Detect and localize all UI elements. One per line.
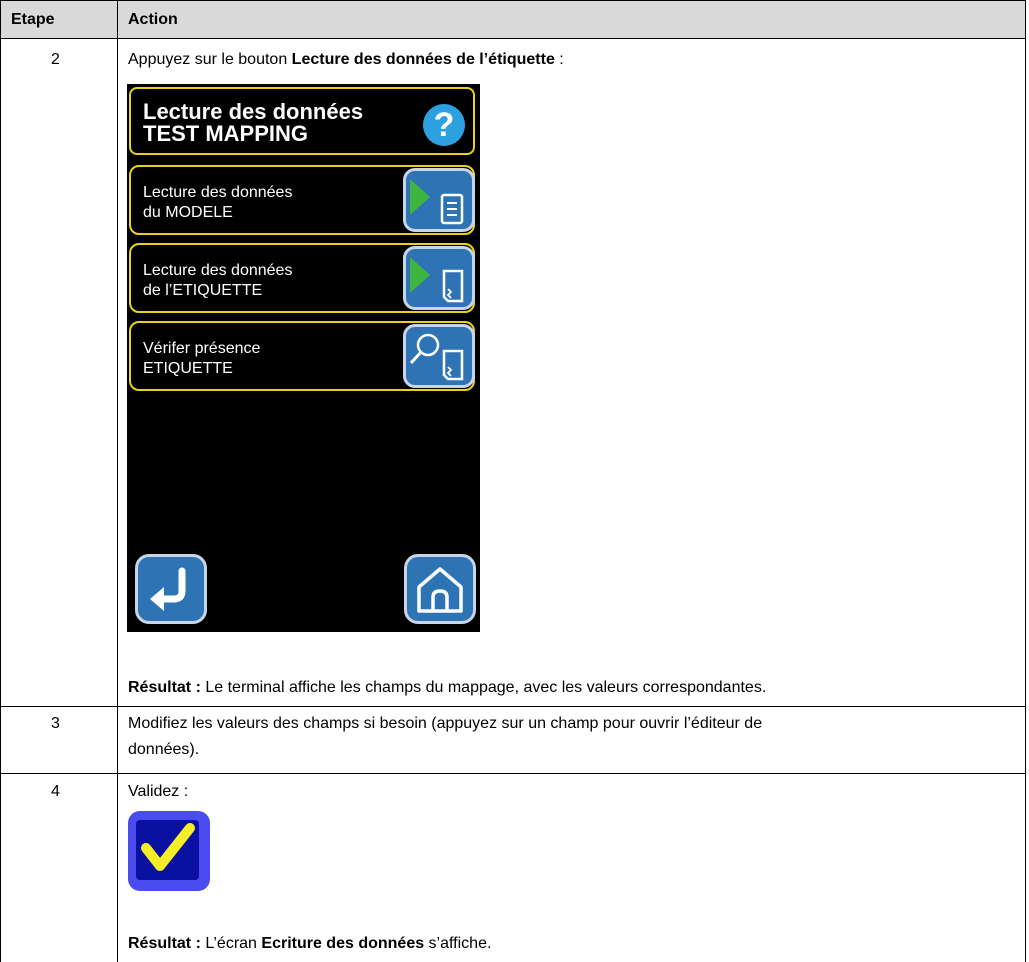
row-divider-2 [0, 706, 1026, 707]
menu-item-read-model[interactable]: Lecture des données du MODELE [129, 165, 475, 235]
table-border-left [0, 0, 1, 962]
home-button[interactable] [404, 554, 476, 624]
menu-item-label-line1: Vérifer présence [143, 340, 261, 357]
menu-item-label: Lecture des données du MODELE [143, 183, 292, 223]
result-suffix: s’affiche. [424, 935, 492, 952]
menu-item-label-line2: du MODELE [143, 204, 233, 221]
check-tag-presence-icon [409, 333, 464, 381]
step-number: 4 [51, 783, 60, 800]
instruction-prefix: Appuyez sur le bouton [128, 51, 292, 68]
row-divider-3 [0, 773, 1026, 774]
menu-item-label: Lecture des données de l’ETIQUETTE [143, 261, 292, 301]
validate-check-inner [136, 820, 199, 880]
instruction-line1: Modifiez les valeurs des champs si besoi… [128, 715, 763, 732]
read-tag-button[interactable] [403, 246, 475, 310]
back-arrow-icon [150, 567, 186, 611]
screen-title-line2: TEST MAPPING [143, 121, 309, 146]
check-presence-button[interactable] [403, 324, 475, 388]
result-text: Résultat : Le terminal affiche les champ… [128, 678, 766, 698]
result-description: Le terminal affiche les champs du mappag… [200, 679, 767, 696]
header-etape: Etape [11, 11, 55, 28]
result-label: Résultat : [128, 679, 201, 696]
read-tag-icon [410, 257, 464, 303]
menu-item-check-presence[interactable]: Vérifer présence ETIQUETTE [129, 321, 475, 391]
instruction-text: Validez : [128, 783, 189, 800]
home-icon [417, 567, 463, 613]
result-text: Résultat : L’écran Ecriture des données … [128, 934, 491, 954]
result-bold: Ecriture des données [261, 935, 425, 952]
column-divider [117, 0, 118, 962]
header-divider [0, 38, 1026, 39]
screen-title: Lecture des données TEST MAPPING [143, 101, 363, 145]
read-model-button[interactable] [403, 168, 475, 232]
screen-title-panel: Lecture des données TEST MAPPING ? [129, 87, 475, 155]
instruction-line2: données). [128, 741, 200, 758]
validate-check-icon [128, 811, 210, 891]
step-number: 2 [51, 51, 60, 68]
screen-title-line1: Lecture des données [143, 99, 364, 124]
back-button[interactable] [135, 554, 207, 624]
checkmark-icon [141, 823, 195, 871]
menu-item-label-line2: ETIQUETTE [143, 360, 233, 377]
result-label: Résultat : [128, 935, 201, 952]
table-border-top [0, 0, 1026, 1]
terminal-screen: Lecture des données TEST MAPPING ? Lectu… [127, 84, 480, 632]
header-action: Action [128, 11, 178, 28]
table-border-right [1025, 0, 1026, 962]
instruction-text: Appuyez sur le bouton Lecture des donnée… [128, 50, 564, 70]
result-prefix: L’écran [200, 935, 262, 952]
menu-item-read-tag[interactable]: Lecture des données de l’ETIQUETTE [129, 243, 475, 313]
menu-item-label: Vérifer présence ETIQUETTE [143, 339, 260, 379]
instruction-suffix: : [554, 51, 564, 68]
help-icon[interactable]: ? [423, 104, 465, 146]
menu-item-label-line1: Lecture des données [143, 262, 293, 279]
menu-item-label-line2: de l’ETIQUETTE [143, 282, 263, 299]
menu-item-label-line1: Lecture des données [143, 184, 293, 201]
instruction-bold: Lecture des données de l’étiquette [291, 51, 555, 68]
read-model-icon [410, 179, 464, 225]
step-number: 3 [51, 715, 60, 732]
